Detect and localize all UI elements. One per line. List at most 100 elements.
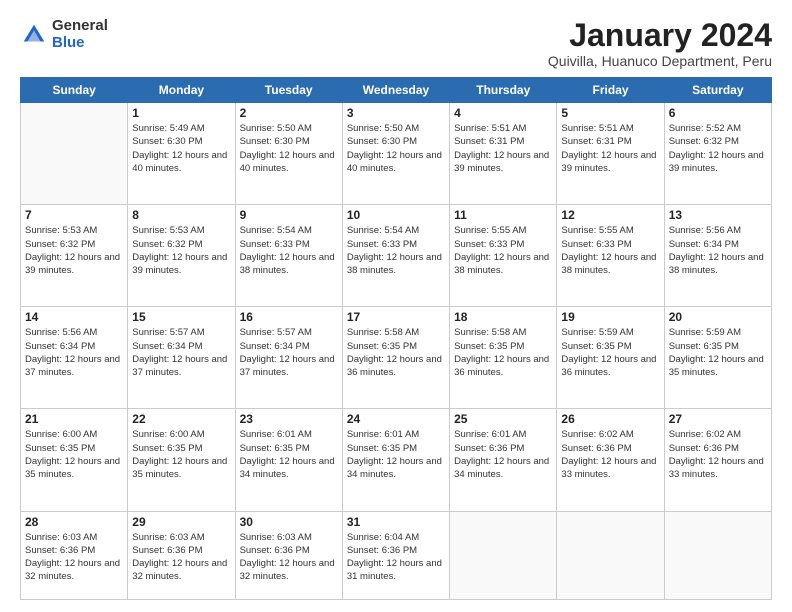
day-number: 24 — [347, 412, 445, 426]
day-detail: Sunrise: 5:52 AMSunset: 6:32 PMDaylight:… — [669, 122, 767, 175]
title-location: Quivilla, Huanuco Department, Peru — [548, 53, 772, 69]
logo-icon — [20, 21, 48, 49]
calendar-cell: 26 Sunrise: 6:02 AMSunset: 6:36 PMDayligh… — [557, 409, 664, 511]
week-row-1: 1 Sunrise: 5:49 AMSunset: 6:30 PMDaylight… — [21, 103, 772, 205]
week-row-5: 28 Sunrise: 6:03 AMSunset: 6:36 PMDayligh… — [21, 511, 772, 599]
day-number: 18 — [454, 310, 552, 324]
day-detail: Sunrise: 5:54 AMSunset: 6:33 PMDaylight:… — [347, 224, 445, 277]
day-number: 6 — [669, 106, 767, 120]
logo-text: General Blue — [52, 18, 108, 51]
day-number: 4 — [454, 106, 552, 120]
day-detail: Sunrise: 5:55 AMSunset: 6:33 PMDaylight:… — [561, 224, 659, 277]
day-detail: Sunrise: 6:03 AMSunset: 6:36 PMDaylight:… — [240, 531, 338, 584]
day-number: 29 — [132, 515, 230, 529]
calendar-cell: 13 Sunrise: 5:56 AMSunset: 6:34 PMDayligh… — [664, 205, 771, 307]
logo-blue: Blue — [52, 35, 108, 52]
calendar-cell: 2Sunrise: 5:50 AMSunset: 6:30 PMDaylight… — [235, 103, 342, 205]
calendar-cell: 18 Sunrise: 5:58 AMSunset: 6:35 PMDayligh… — [450, 307, 557, 409]
calendar-cell: 24Sunrise: 6:01 AMSunset: 6:35 PMDayligh… — [342, 409, 449, 511]
day-number: 12 — [561, 208, 659, 222]
calendar-cell: 16Sunrise: 5:57 AMSunset: 6:34 PMDayligh… — [235, 307, 342, 409]
day-detail: Sunrise: 6:00 AMSunset: 6:35 PMDaylight:… — [132, 428, 230, 481]
day-number: 15 — [132, 310, 230, 324]
day-number: 23 — [240, 412, 338, 426]
day-number: 19 — [561, 310, 659, 324]
calendar-cell: 3Sunrise: 5:50 AMSunset: 6:30 PMDaylight… — [342, 103, 449, 205]
calendar-cell: 15 Sunrise: 5:57 AMSunset: 6:34 PMDayligh… — [128, 307, 235, 409]
calendar-cell: 12 Sunrise: 5:55 AMSunset: 6:33 PMDayligh… — [557, 205, 664, 307]
calendar-cell: 27Sunrise: 6:02 AMSunset: 6:36 PMDayligh… — [664, 409, 771, 511]
calendar-cell: 19 Sunrise: 5:59 AMSunset: 6:35 PMDayligh… — [557, 307, 664, 409]
calendar-cell: 7 Sunrise: 5:53 AMSunset: 6:32 PMDaylight… — [21, 205, 128, 307]
page: General Blue January 2024 Quivilla, Huan… — [0, 0, 792, 612]
logo-general: General — [52, 18, 108, 35]
day-detail: Sunrise: 6:01 AMSunset: 6:36 PMDaylight:… — [454, 428, 552, 481]
day-detail: Sunrise: 6:00 AMSunset: 6:35 PMDaylight:… — [25, 428, 123, 481]
calendar-cell: 25 Sunrise: 6:01 AMSunset: 6:36 PMDayligh… — [450, 409, 557, 511]
day-detail: Sunrise: 6:03 AMSunset: 6:36 PMDaylight:… — [25, 531, 123, 584]
calendar-cell: 11Sunrise: 5:55 AMSunset: 6:33 PMDayligh… — [450, 205, 557, 307]
day-number: 11 — [454, 208, 552, 222]
calendar-cell: 20 Sunrise: 5:59 AMSunset: 6:35 PMDayligh… — [664, 307, 771, 409]
day-number: 8 — [132, 208, 230, 222]
week-row-4: 21 Sunrise: 6:00 AMSunset: 6:35 PMDayligh… — [21, 409, 772, 511]
day-number: 1 — [132, 106, 230, 120]
day-detail: Sunrise: 6:03 AMSunset: 6:36 PMDaylight:… — [132, 531, 230, 584]
day-number: 9 — [240, 208, 338, 222]
day-number: 31 — [347, 515, 445, 529]
day-number: 28 — [25, 515, 123, 529]
calendar-cell: 22 Sunrise: 6:00 AMSunset: 6:35 PMDayligh… — [128, 409, 235, 511]
day-detail: Sunrise: 5:56 AMSunset: 6:34 PMDaylight:… — [25, 326, 123, 379]
calendar-cell: 5Sunrise: 5:51 AMSunset: 6:31 PMDaylight… — [557, 103, 664, 205]
calendar-cell — [450, 511, 557, 599]
day-number: 13 — [669, 208, 767, 222]
calendar-cell: 8 Sunrise: 5:53 AMSunset: 6:32 PMDaylight… — [128, 205, 235, 307]
day-detail: Sunrise: 5:58 AMSunset: 6:35 PMDaylight:… — [454, 326, 552, 379]
day-number: 5 — [561, 106, 659, 120]
day-number: 16 — [240, 310, 338, 324]
weekday-header-tuesday: Tuesday — [235, 78, 342, 103]
day-number: 20 — [669, 310, 767, 324]
day-detail: Sunrise: 5:59 AMSunset: 6:35 PMDaylight:… — [669, 326, 767, 379]
day-number: 7 — [25, 208, 123, 222]
day-detail: Sunrise: 5:56 AMSunset: 6:34 PMDaylight:… — [669, 224, 767, 277]
weekday-header-monday: Monday — [128, 78, 235, 103]
day-number: 3 — [347, 106, 445, 120]
calendar-cell — [21, 103, 128, 205]
day-detail: Sunrise: 5:53 AMSunset: 6:32 PMDaylight:… — [132, 224, 230, 277]
calendar-cell: 30 Sunrise: 6:03 AMSunset: 6:36 PMDayligh… — [235, 511, 342, 599]
day-number: 25 — [454, 412, 552, 426]
title-month: January 2024 — [548, 18, 772, 53]
day-number: 10 — [347, 208, 445, 222]
weekday-header-friday: Friday — [557, 78, 664, 103]
day-number: 26 — [561, 412, 659, 426]
calendar-table: SundayMondayTuesdayWednesdayThursdayFrid… — [20, 77, 772, 600]
day-number: 30 — [240, 515, 338, 529]
calendar-cell: 23 Sunrise: 6:01 AMSunset: 6:35 PMDayligh… — [235, 409, 342, 511]
day-detail: Sunrise: 5:58 AMSunset: 6:35 PMDaylight:… — [347, 326, 445, 379]
weekday-header-sunday: Sunday — [21, 78, 128, 103]
calendar-cell: 17Sunrise: 5:58 AMSunset: 6:35 PMDayligh… — [342, 307, 449, 409]
day-number: 22 — [132, 412, 230, 426]
day-detail: Sunrise: 5:59 AMSunset: 6:35 PMDaylight:… — [561, 326, 659, 379]
calendar-cell: 9Sunrise: 5:54 AMSunset: 6:33 PMDaylight… — [235, 205, 342, 307]
calendar-cell: 1 Sunrise: 5:49 AMSunset: 6:30 PMDaylight… — [128, 103, 235, 205]
weekday-header-thursday: Thursday — [450, 78, 557, 103]
day-number: 21 — [25, 412, 123, 426]
day-detail: Sunrise: 5:51 AMSunset: 6:31 PMDaylight:… — [454, 122, 552, 175]
week-row-2: 7 Sunrise: 5:53 AMSunset: 6:32 PMDaylight… — [21, 205, 772, 307]
calendar-cell: 21 Sunrise: 6:00 AMSunset: 6:35 PMDayligh… — [21, 409, 128, 511]
week-row-3: 14 Sunrise: 5:56 AMSunset: 6:34 PMDayligh… — [21, 307, 772, 409]
day-number: 2 — [240, 106, 338, 120]
day-detail: Sunrise: 6:02 AMSunset: 6:36 PMDaylight:… — [561, 428, 659, 481]
day-number: 27 — [669, 412, 767, 426]
day-detail: Sunrise: 5:49 AMSunset: 6:30 PMDaylight:… — [132, 122, 230, 175]
calendar-cell: 28 Sunrise: 6:03 AMSunset: 6:36 PMDayligh… — [21, 511, 128, 599]
day-detail: Sunrise: 5:57 AMSunset: 6:34 PMDaylight:… — [132, 326, 230, 379]
calendar-cell — [557, 511, 664, 599]
logo: General Blue — [20, 18, 108, 51]
header: General Blue January 2024 Quivilla, Huan… — [20, 18, 772, 69]
day-number: 14 — [25, 310, 123, 324]
day-detail: Sunrise: 5:53 AMSunset: 6:32 PMDaylight:… — [25, 224, 123, 277]
day-detail: Sunrise: 6:01 AMSunset: 6:35 PMDaylight:… — [240, 428, 338, 481]
